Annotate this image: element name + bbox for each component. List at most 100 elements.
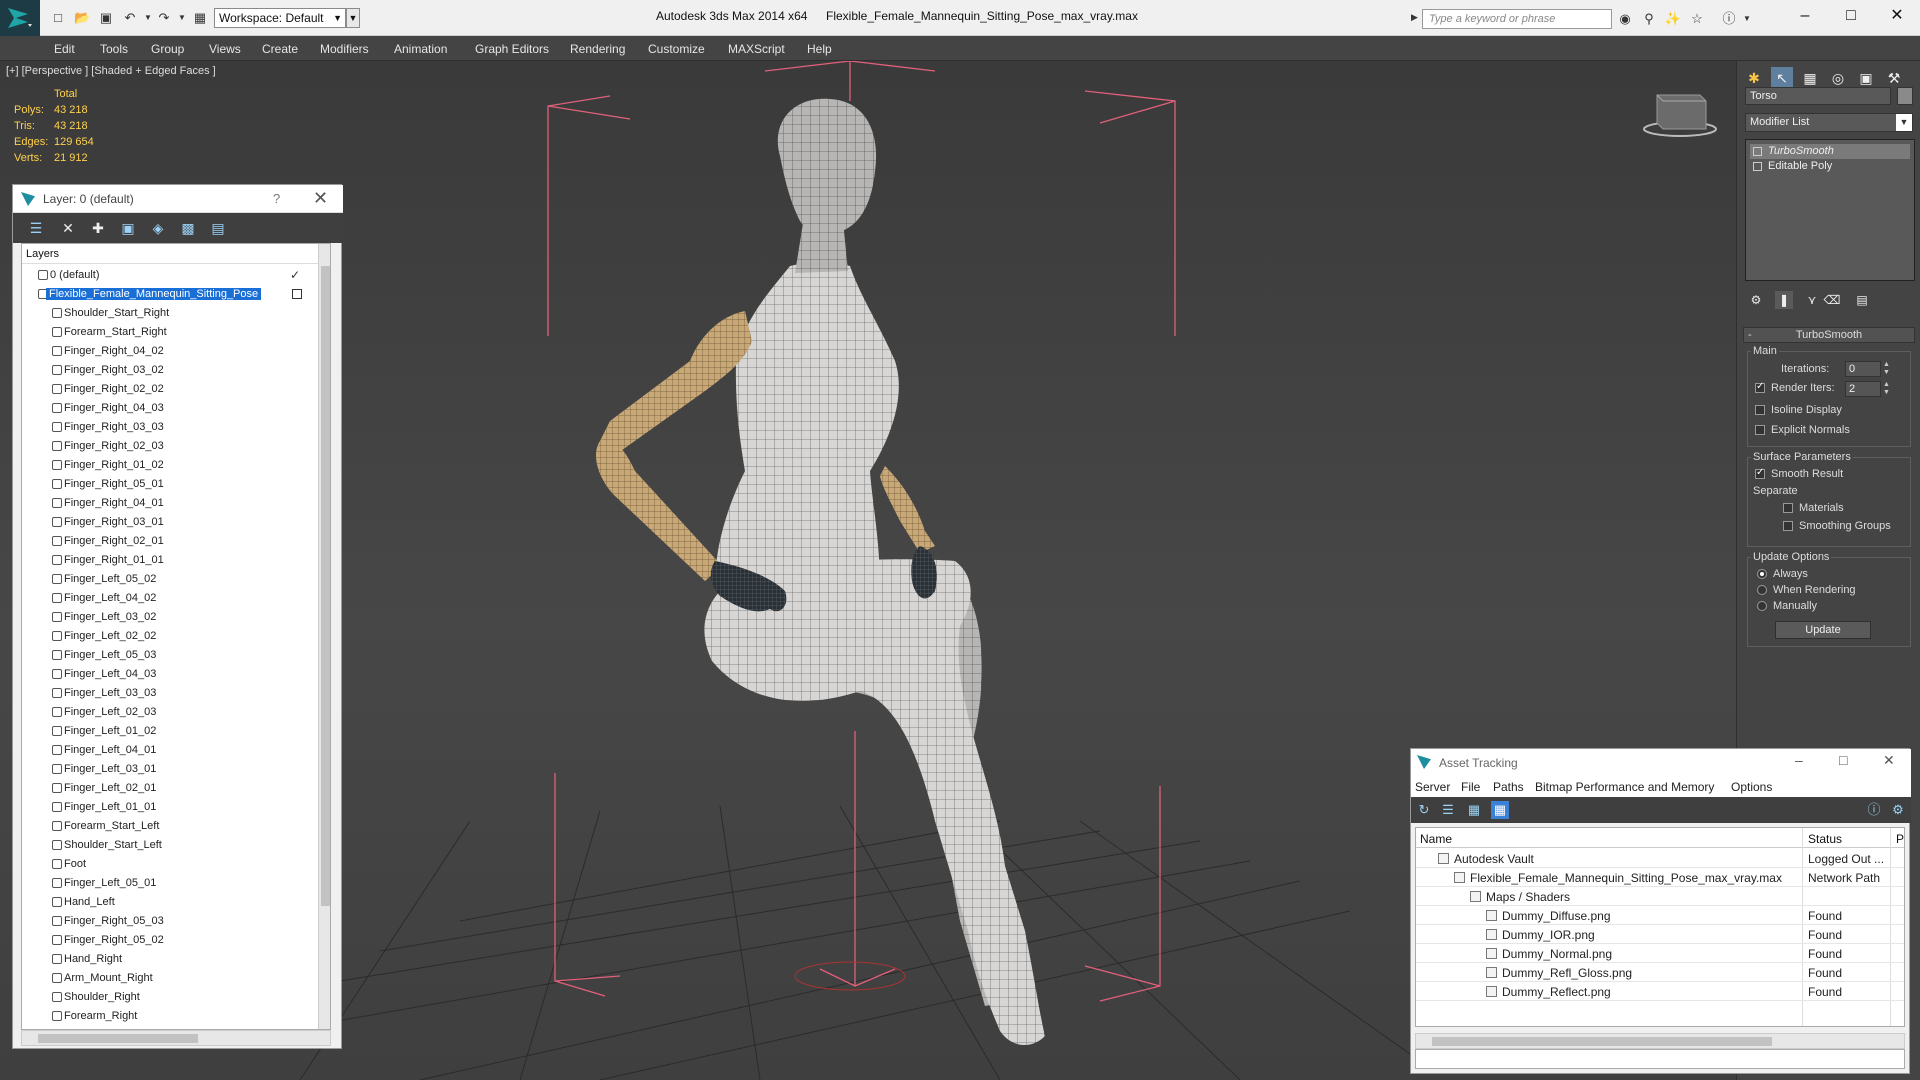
layer-object-row[interactable]: Finger_Right_04_03 <box>22 399 318 418</box>
render-iters-checkbox[interactable] <box>1755 381 1765 393</box>
app-logo-icon[interactable] <box>0 0 40 36</box>
pin-stack-icon[interactable]: ⚙ <box>1747 291 1765 309</box>
show-end-result-icon[interactable]: ❚ <box>1775 291 1793 309</box>
communication-icon[interactable]: ✨ <box>1664 11 1682 27</box>
configure-sets-icon[interactable]: ▤ <box>1853 291 1871 309</box>
rollout-header[interactable]: - TurboSmooth <box>1743 327 1915 343</box>
isoline-checkbox[interactable] <box>1755 405 1765 415</box>
object-color-swatch[interactable] <box>1897 87 1913 105</box>
layer-object-row[interactable]: Finger_Right_05_02 <box>22 931 318 950</box>
search-input[interactable]: Type a keyword or phrase <box>1422 9 1612 29</box>
list-view-icon[interactable]: ☰ <box>1439 801 1457 819</box>
layer-vertical-scrollbar[interactable] <box>318 244 330 1029</box>
layer-object-row[interactable]: Finger_Right_05_01 <box>22 475 318 494</box>
layer-object-row[interactable]: Finger_Left_02_01 <box>22 779 318 798</box>
layer-object-row[interactable]: Forearm_Right <box>22 1007 318 1026</box>
layer-object-row[interactable]: Shoulder_Start_Left <box>22 836 318 855</box>
asset-table[interactable]: Name Status Pr Autodesk Vault Logged Out … <box>1415 827 1905 1027</box>
current-layer-check-icon[interactable]: ✓ <box>290 268 300 282</box>
layer-object-row[interactable]: Foot <box>22 855 318 874</box>
asset-row[interactable]: Maps / Shaders <box>1416 887 1904 906</box>
layer-object-row[interactable]: Finger_Right_03_02 <box>22 361 318 380</box>
remove-modifier-icon[interactable]: ⌫ <box>1823 291 1841 309</box>
lightbulb-icon[interactable] <box>1753 147 1762 156</box>
layer-object-row[interactable]: Finger_Right_02_03 <box>22 437 318 456</box>
layer-object-row[interactable]: Finger_Right_03_03 <box>22 418 318 437</box>
motion-tab-icon[interactable]: ◎ <box>1827 67 1849 89</box>
save-icon[interactable]: ▣ <box>98 10 114 26</box>
asset-row[interactable]: Dummy_Diffuse.png Found <box>1416 906 1904 925</box>
render-iters-spinner[interactable]: 2 <box>1845 381 1881 397</box>
update-button[interactable]: Update <box>1775 621 1871 639</box>
close-button[interactable]: ✕ <box>1874 2 1920 30</box>
update-manually-radio[interactable] <box>1757 601 1767 611</box>
menu-animation[interactable]: Animation <box>394 42 447 56</box>
name-column-header[interactable]: Name <box>1420 832 1452 846</box>
object-name-field[interactable]: Torso <box>1745 87 1891 105</box>
menu-help[interactable]: Help <box>807 42 832 56</box>
favorites-star-icon[interactable]: ☆ <box>1688 11 1706 27</box>
layer-object-row[interactable]: Finger_Left_02_02 <box>22 627 318 646</box>
menu-edit[interactable]: Edit <box>54 42 75 56</box>
layer-object-row[interactable]: Shoulder_Right <box>22 988 318 1007</box>
search-expand-icon[interactable]: ▶ <box>1411 12 1418 23</box>
stack-item-editable-poly[interactable]: Editable Poly <box>1750 159 1910 174</box>
layer-panel-titlebar[interactable]: Layer: 0 (default) ? ✕ <box>13 185 343 213</box>
layer-object-row[interactable]: Arm_Mount_Right <box>22 969 318 988</box>
layer-object-row[interactable]: Finger_Left_04_01 <box>22 741 318 760</box>
layer-object-row[interactable]: Finger_Right_04_02 <box>22 342 318 361</box>
layer-object-row[interactable]: Finger_Right_03_01 <box>22 513 318 532</box>
modifier-list-dropdown[interactable]: Modifier List ▼ <box>1745 113 1913 132</box>
update-rendering-radio[interactable] <box>1757 585 1767 595</box>
asset-path-field[interactable] <box>1415 1049 1905 1069</box>
layer-object-row[interactable]: Finger_Right_01_02 <box>22 456 318 475</box>
asset-menu-paths[interactable]: Paths <box>1493 780 1524 794</box>
layer-object-row[interactable]: Forearm_Start_Right <box>22 323 318 342</box>
asset-row[interactable]: Autodesk Vault Logged Out ... <box>1416 849 1904 868</box>
asset-menu-bitmap[interactable]: Bitmap Performance and Memory <box>1535 780 1714 794</box>
make-unique-icon[interactable]: ⋎ <box>1803 291 1821 309</box>
asset-row[interactable]: Dummy_Refl_Gloss.png Found <box>1416 963 1904 982</box>
help-icon[interactable]: ⓘ <box>1720 11 1738 27</box>
menu-customize[interactable]: Customize <box>648 42 705 56</box>
layer-list[interactable]: Layers ▸ 0 (default) ✓ Flexible_Female_Man… <box>21 243 331 1030</box>
layer-object-row[interactable]: Finger_Left_05_02 <box>22 570 318 589</box>
layer-object-row[interactable]: Hand_Right <box>22 950 318 969</box>
asset-minimize-button[interactable]: – <box>1795 752 1803 768</box>
layer-object-row[interactable]: Forearm_Start_Left <box>22 817 318 836</box>
minimize-button[interactable]: – <box>1782 2 1828 30</box>
asset-horizontal-scrollbar[interactable] <box>1415 1033 1905 1049</box>
stack-item-turbosmooth[interactable]: TurboSmooth <box>1750 144 1910 159</box>
redo-dropdown-icon[interactable]: ▼ <box>174 10 190 26</box>
workspace-dropdown[interactable]: Workspace: Default ▼ <box>214 8 346 28</box>
delete-layer-icon[interactable]: ✕ <box>59 219 77 237</box>
layer-scroll-thumb[interactable] <box>321 266 330 906</box>
open-file-icon[interactable]: 📂 <box>74 10 90 26</box>
asset-close-button[interactable]: ✕ <box>1883 752 1895 769</box>
modify-tab-icon[interactable]: ↖ <box>1771 67 1793 89</box>
layer-object-row[interactable]: Shoulder_Start_Right <box>22 304 318 323</box>
menu-views[interactable]: Views <box>209 42 241 56</box>
layer-object-row[interactable]: Finger_Left_01_01 <box>22 798 318 817</box>
tree-view-icon[interactable]: ▦ <box>1465 801 1483 819</box>
asset-menu-file[interactable]: File <box>1461 780 1480 794</box>
new-file-icon[interactable]: □ <box>50 10 66 26</box>
asset-maximize-button[interactable]: □ <box>1839 752 1847 768</box>
asset-row[interactable]: Dummy_IOR.png Found <box>1416 925 1904 944</box>
materials-checkbox[interactable] <box>1783 503 1793 513</box>
create-layer-icon[interactable]: ✚ <box>89 219 107 237</box>
menu-modifiers[interactable]: Modifiers <box>320 42 369 56</box>
hierarchy-tab-icon[interactable]: ▦ <box>1799 67 1821 89</box>
quick-access-dropdown[interactable]: ▼ <box>346 8 360 28</box>
update-always-radio[interactable] <box>1757 569 1767 579</box>
layer-object-row[interactable]: Hand_Left <box>22 893 318 912</box>
smooth-result-checkbox[interactable] <box>1755 467 1765 479</box>
layers-column-header[interactable]: Layers <box>26 248 59 260</box>
render-iters-spin-arrows[interactable]: ▲ ▼ <box>1883 381 1891 397</box>
modifier-stack[interactable]: TurboSmooth Editable Poly <box>1745 139 1915 281</box>
highlight-layer-icon[interactable]: ▩ <box>179 219 197 237</box>
refresh-icon[interactable]: ↻ <box>1415 801 1433 819</box>
layer-object-row[interactable]: Finger_Right_02_02 <box>22 380 318 399</box>
table-view-icon[interactable]: ▦ <box>1491 801 1509 819</box>
layer-hscroll-thumb[interactable] <box>38 1034 198 1043</box>
